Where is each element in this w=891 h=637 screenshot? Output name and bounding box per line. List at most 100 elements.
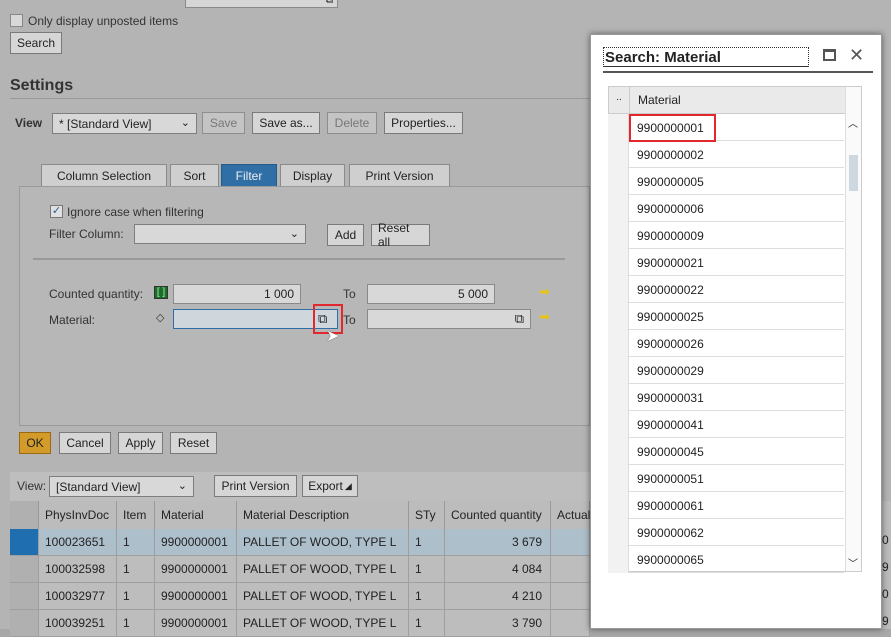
counted-to-input[interactable]: 5 000 [367, 284, 495, 304]
table-cell: 9900000001 [155, 610, 237, 637]
list-item[interactable]: 9900000041 [608, 411, 844, 438]
material-to-input[interactable]: ⧉ [367, 309, 531, 329]
tab-sort[interactable]: Sort [170, 164, 219, 186]
result-view-value: [Standard View] [56, 479, 141, 494]
diamond-icon[interactable]: ◇ [156, 311, 164, 324]
table-cell: 1 [409, 610, 445, 637]
filter-column-select[interactable]: ⌄ [134, 224, 306, 244]
row-selector[interactable] [608, 141, 629, 168]
add-button[interactable]: Add [327, 224, 364, 246]
row-selector[interactable] [608, 546, 629, 573]
list-item[interactable]: 9900000031 [608, 384, 844, 411]
delete-button[interactable]: Delete [327, 112, 377, 134]
row-selector[interactable] [608, 519, 629, 546]
search-button[interactable]: Search [10, 32, 62, 54]
row-selector[interactable] [608, 303, 629, 330]
chevron-down-icon[interactable]: ﹀ [848, 555, 858, 570]
divider [33, 258, 565, 260]
list-item[interactable]: 9900000021 [608, 249, 844, 276]
tab-display[interactable]: Display [280, 164, 345, 186]
row-selector[interactable] [608, 492, 629, 519]
row-selector[interactable] [608, 249, 629, 276]
list-item[interactable]: 9900000022 [608, 276, 844, 303]
column-header[interactable]: Material Description [237, 501, 409, 529]
row-selector[interactable] [608, 465, 629, 492]
column-header[interactable]: Counted quantity [445, 501, 551, 529]
column-header[interactable]: Material [155, 501, 237, 529]
table-cell: 9900000001 [155, 556, 237, 583]
close-icon[interactable]: ✕ [849, 45, 864, 66]
row-selector[interactable] [608, 411, 629, 438]
table-cell: 100023651 [39, 529, 117, 556]
table-cell [551, 556, 590, 583]
row-selector[interactable] [608, 114, 629, 141]
row-selector[interactable] [10, 610, 39, 637]
table-cell: 100032977 [39, 583, 117, 610]
save-button[interactable]: Save [202, 112, 245, 134]
print-version-button[interactable]: Print Version [214, 475, 297, 497]
column-header[interactable]: STy [409, 501, 445, 529]
export-button[interactable]: Export ◢ [302, 475, 358, 497]
reset-button[interactable]: Reset [170, 432, 217, 454]
value-help-icon[interactable]: ⧉ [326, 0, 333, 6]
row-selector[interactable] [608, 438, 629, 465]
chevron-up-icon[interactable]: ︿ [848, 115, 858, 130]
ok-button[interactable]: OK [19, 432, 51, 454]
arrow-right-icon[interactable]: ➡ [539, 284, 550, 300]
row-selector[interactable] [608, 384, 629, 411]
list-item[interactable]: 9900000029 [608, 357, 844, 384]
table-cell: 3 679 [445, 529, 551, 556]
row-selector[interactable] [608, 330, 629, 357]
value-help-icon[interactable]: ⧉ [515, 311, 524, 327]
apply-button[interactable]: Apply [118, 432, 163, 454]
list-item[interactable]: 9900000025 [608, 303, 844, 330]
tab-print-version[interactable]: Print Version [349, 164, 450, 186]
table-cell: PALLET OF WOOD, TYPE L [237, 529, 409, 556]
row-selector[interactable] [608, 276, 629, 303]
table-cell: 3 790 [445, 610, 551, 637]
material-top-field[interactable]: ⧉ [185, 0, 338, 8]
cancel-button[interactable]: Cancel [59, 432, 111, 454]
arrow-right-icon[interactable]: ➡ [539, 309, 550, 325]
reset-all-button[interactable]: Reset all [371, 221, 430, 249]
column-header[interactable]: PhysInvDoc [39, 501, 117, 529]
list-item[interactable]: 9900000009 [608, 222, 844, 249]
material-column-header[interactable]: Material [638, 93, 681, 107]
list-item[interactable]: 9900000005 [608, 168, 844, 195]
row-selector[interactable] [608, 168, 629, 195]
list-item[interactable]: 9900000051 [608, 465, 844, 492]
list-item[interactable]: 9900000002 [608, 141, 844, 168]
result-view-select[interactable]: [Standard View] ⌄ [49, 476, 194, 497]
row-selector-header[interactable]: .. [609, 87, 630, 114]
maximize-icon[interactable] [823, 49, 836, 61]
row-selector[interactable] [10, 529, 39, 556]
column-header[interactable]: Item [117, 501, 155, 529]
list-item[interactable]: 9900000065 [608, 546, 844, 573]
list-item[interactable]: 9900000026 [608, 330, 844, 357]
row-selector[interactable] [608, 195, 629, 222]
tab-filter[interactable]: Filter [221, 164, 277, 186]
tab-column-selection[interactable]: Column Selection [41, 164, 167, 186]
properties-button[interactable]: Properties... [384, 112, 463, 134]
table-cell: 1 [117, 610, 155, 637]
column-header[interactable]: Actual [551, 501, 590, 529]
view-select[interactable]: * [Standard View] ⌄ [52, 113, 197, 134]
row-selector[interactable] [608, 357, 629, 384]
scrollbar-thumb[interactable] [849, 155, 858, 191]
material-value: 9900000006 [637, 202, 704, 216]
counted-from-input[interactable]: 1 000 [173, 284, 301, 304]
overflow-cell: 9 [882, 614, 889, 628]
row-selector[interactable] [608, 222, 629, 249]
material-value: 9900000062 [637, 526, 704, 540]
list-item[interactable]: 9900000062 [608, 519, 844, 546]
ignore-case-checkbox[interactable]: ✓ [50, 205, 63, 218]
save-as-button[interactable]: Save as... [252, 112, 320, 134]
table-cell: 1 [117, 529, 155, 556]
list-item[interactable]: 9900000045 [608, 438, 844, 465]
only-unposted-checkbox[interactable] [10, 14, 23, 27]
row-selector[interactable] [10, 556, 39, 583]
list-item[interactable]: 9900000006 [608, 195, 844, 222]
range-option-icon[interactable]: [ ] [154, 286, 168, 299]
list-item[interactable]: 9900000061 [608, 492, 844, 519]
row-selector[interactable] [10, 583, 39, 610]
